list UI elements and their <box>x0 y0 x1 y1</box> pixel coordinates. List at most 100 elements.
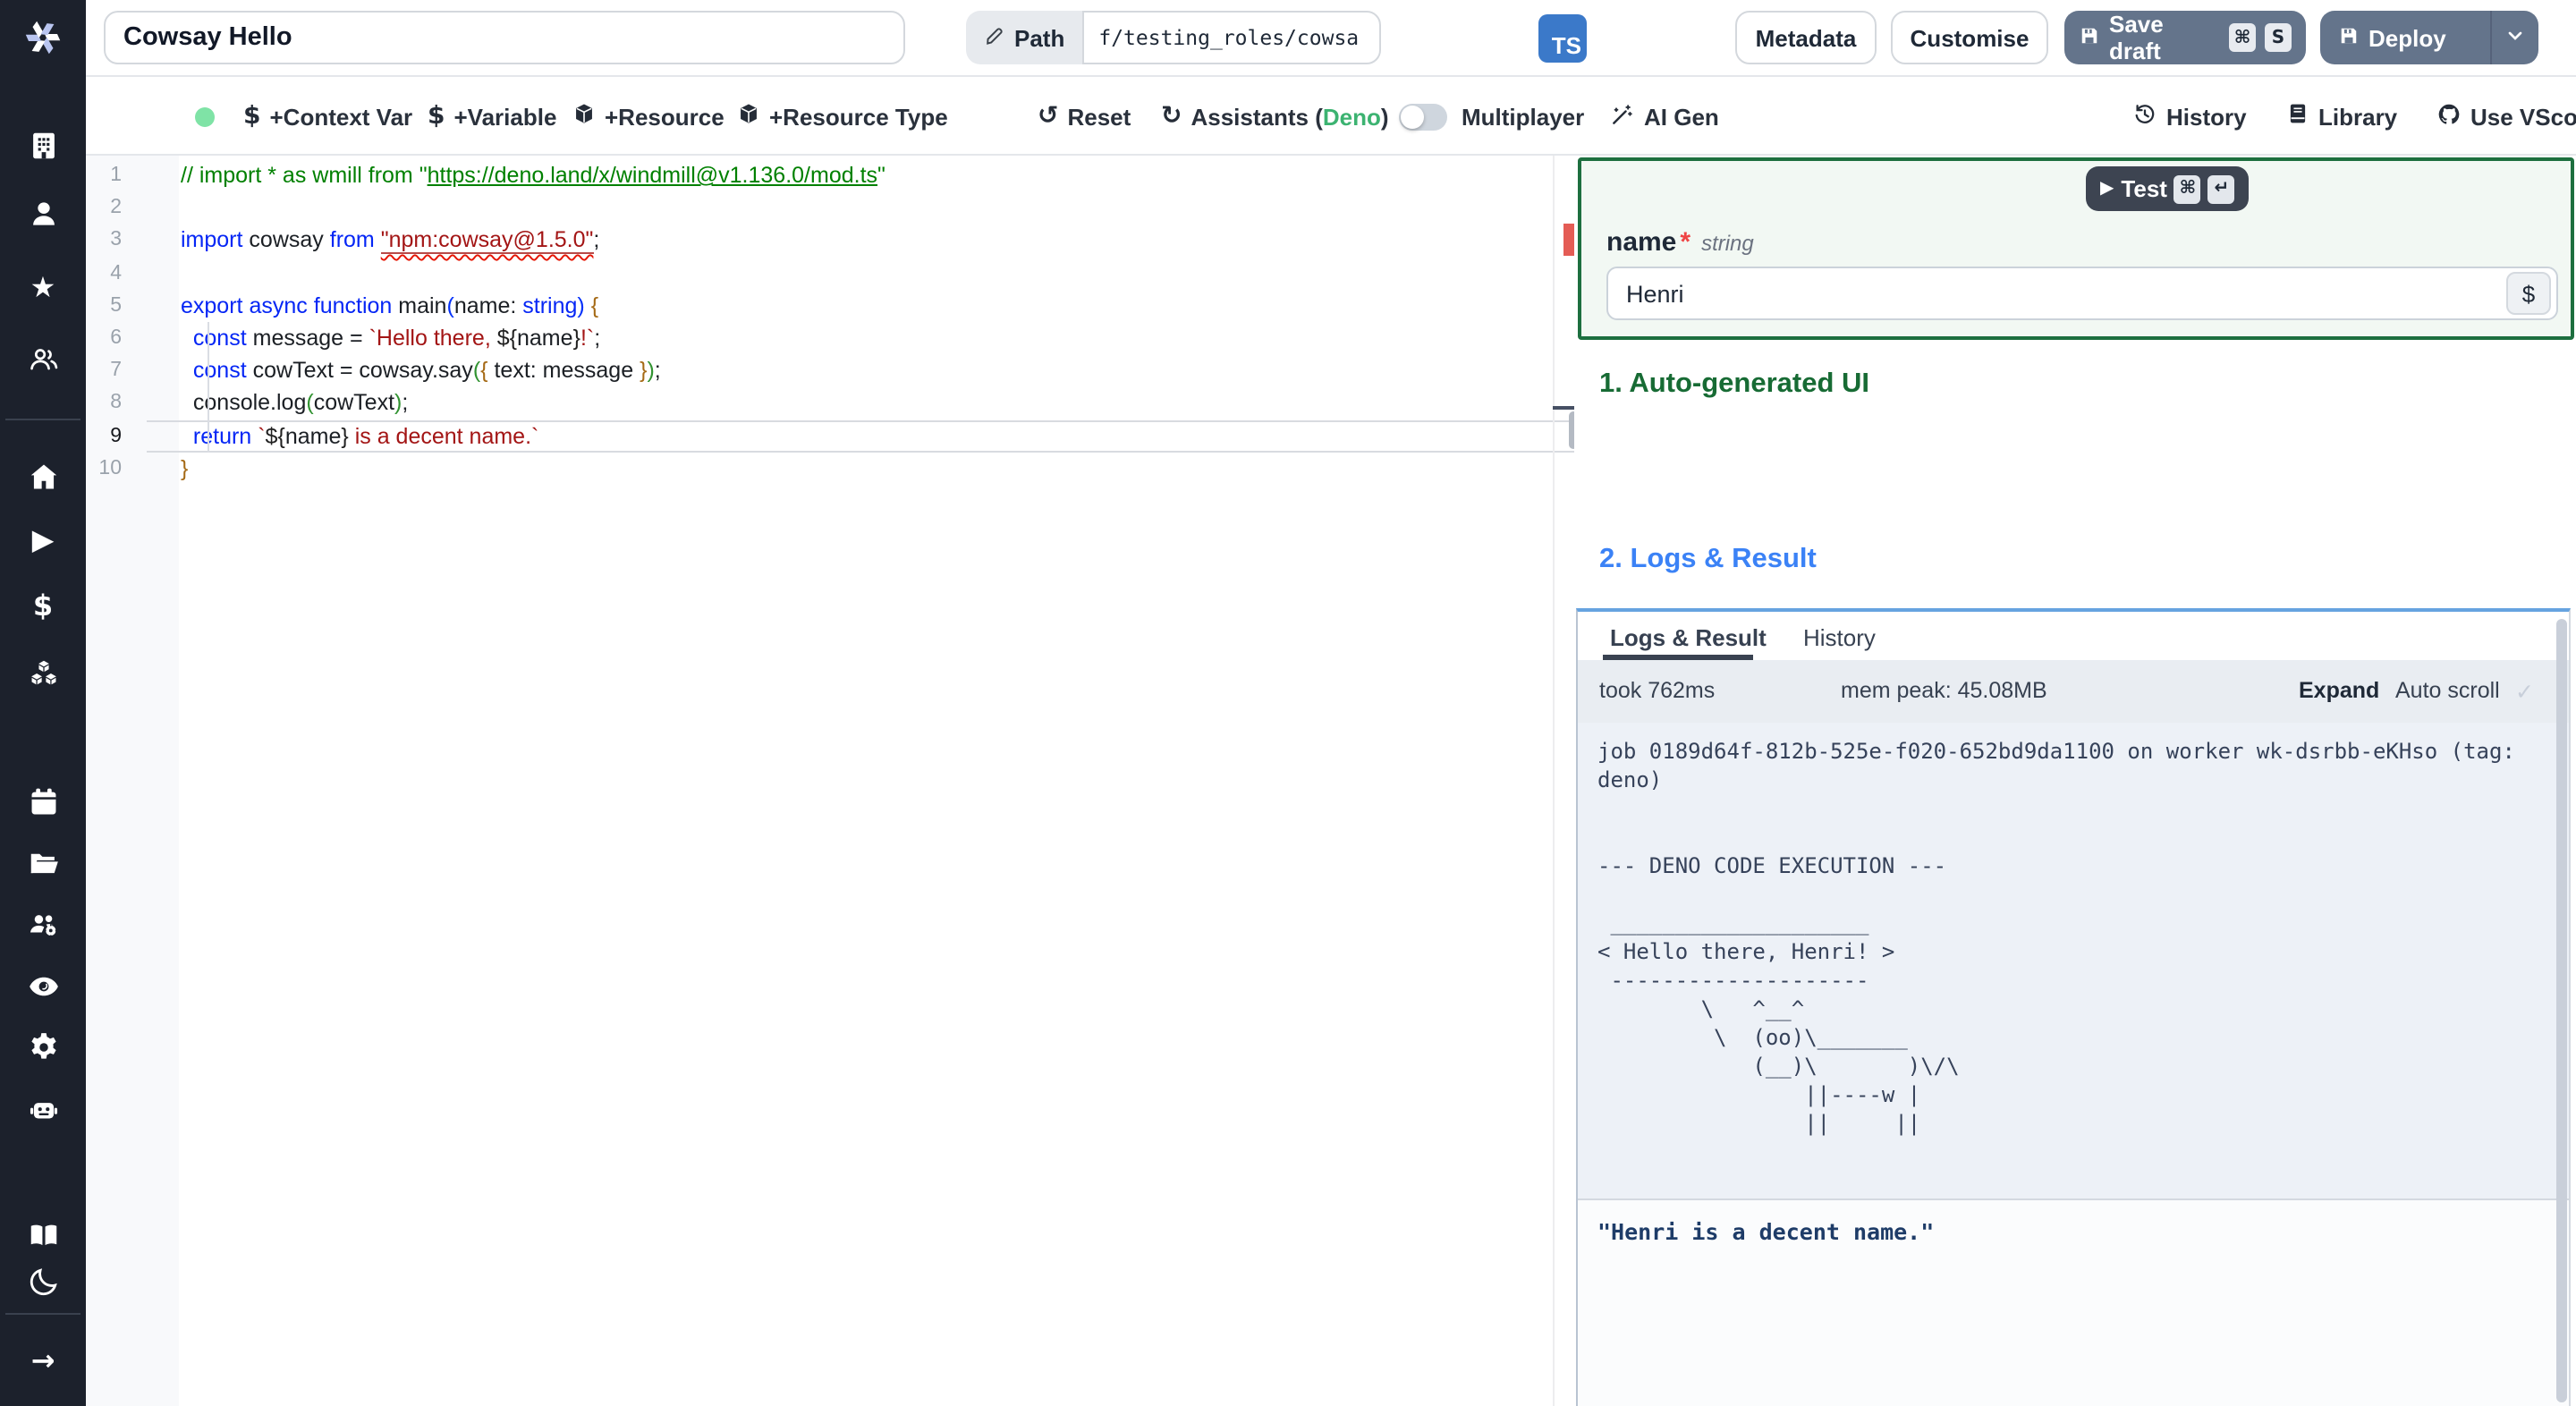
star-icon: ★ <box>30 270 56 304</box>
sidebar-item-user[interactable] <box>0 191 86 234</box>
add-resource-button[interactable]: +Resource <box>572 77 724 156</box>
use-vscode-label: Use VScode <box>2470 103 2576 130</box>
tab-logs-result[interactable]: Logs & Result <box>1610 624 1767 651</box>
sidebar-item-star[interactable]: ★ <box>0 267 86 309</box>
reset-label: Reset <box>1067 103 1131 130</box>
editor-toolbar: $ +Context Var $ +Variable +Resource +Re… <box>86 77 2576 156</box>
save-icon <box>2079 24 2100 51</box>
library-button[interactable]: Library <box>2286 77 2397 156</box>
sidebar-item-dollar[interactable]: $ <box>0 585 86 628</box>
add-context-var-button[interactable]: $ +Context Var <box>243 77 412 156</box>
save-draft-button[interactable]: Save draft ⌘ S <box>2064 11 2306 64</box>
deploy-button[interactable]: Deploy <box>2320 24 2490 51</box>
sidebar-item-calendar[interactable] <box>0 780 86 823</box>
reset-icon: ↺ <box>1038 102 1059 131</box>
path-button[interactable]: Path <box>966 11 1083 64</box>
logs-panel: Logs & Result History took 762ms mem pea… <box>1576 608 2571 1406</box>
sidebar-item-robot[interactable] <box>0 1088 86 1131</box>
arg-name-label: name <box>1606 227 1677 258</box>
multiplayer-toggle[interactable] <box>1399 104 1447 131</box>
book-icon <box>26 1217 60 1251</box>
sidebar-item-gear[interactable] <box>0 1025 86 1068</box>
command-key-chip: ⌘ <box>2174 174 2201 203</box>
github-octocat-icon <box>2436 101 2462 131</box>
user-icon <box>26 196 60 230</box>
code-line-7: 7 const cowText = cowsay.say({ text: mes… <box>86 354 1576 386</box>
line-number: 8 <box>110 392 122 414</box>
users-icon <box>26 341 60 375</box>
reset-button[interactable]: ↺ Reset <box>1038 77 1131 156</box>
expand-button[interactable]: Expand <box>2299 678 2379 703</box>
dollar-icon: $ <box>428 102 445 131</box>
logs-scrollbar[interactable] <box>2556 619 2567 1402</box>
sidebar-item-cubes[interactable] <box>0 651 86 694</box>
book-icon <box>2286 102 2309 131</box>
use-vscode-button[interactable]: Use VScode <box>2436 77 2576 156</box>
path-input[interactable] <box>1082 11 1382 64</box>
calendar-icon <box>26 784 60 818</box>
sidebar-item-user-group-gear[interactable] <box>0 902 86 944</box>
sidebar-item-arrow-right[interactable]: → <box>0 1340 86 1383</box>
arg-name-input[interactable] <box>1606 267 2558 320</box>
variable-picker-button[interactable]: $ <box>2506 272 2551 315</box>
cubes-icon <box>26 656 60 690</box>
sidebar-item-folder[interactable] <box>0 841 86 884</box>
sidebar-item-moon[interactable] <box>0 1259 86 1302</box>
code-editor[interactable]: 1// import * as wmill from "https://deno… <box>86 156 1576 1406</box>
sidebar-item-book[interactable] <box>0 1213 86 1256</box>
arg-type-label: string <box>1701 231 1754 256</box>
assistants-lang: Deno <box>1322 103 1381 130</box>
code-line-9: 9 return `${name} is a decent name.` <box>86 419 1576 452</box>
add-variable-button[interactable]: $ +Variable <box>428 77 556 156</box>
history-icon <box>2132 101 2157 131</box>
add-context-var-label: +Context Var <box>269 103 413 130</box>
code-line-1: 1// import * as wmill from "https://deno… <box>86 159 1576 191</box>
multiplayer-label: Multiplayer <box>1462 103 1585 130</box>
assistants-button[interactable]: ↻ Assistants (Deno) <box>1161 77 1389 156</box>
windmill-logo-icon[interactable] <box>21 16 64 59</box>
history-button[interactable]: History <box>2132 77 2247 156</box>
line-number: 7 <box>110 360 122 382</box>
run-stats-row: took 762ms mem peak: 45.08MB Expand Auto… <box>1578 660 2569 723</box>
log-output: job 0189d64f-812b-525e-f020-652bd9da1100… <box>1597 739 2515 1136</box>
chevron-down-icon <box>2504 24 2526 51</box>
tab-history[interactable]: History <box>1803 624 1876 651</box>
check-icon[interactable]: ✓ <box>2515 678 2534 705</box>
indent-guide <box>208 322 209 453</box>
required-asterisk: * <box>1680 227 1691 258</box>
line-number: 10 <box>98 457 122 479</box>
sidebar-item-home[interactable] <box>0 454 86 497</box>
overview-ruler <box>1553 156 1555 1406</box>
test-button[interactable]: ▶ Test ⌘ ↵ <box>2086 166 2250 211</box>
command-key-chip: ⌘ <box>2229 23 2256 52</box>
add-resource-type-button[interactable]: +Resource Type <box>737 77 948 156</box>
line-number: 1 <box>110 165 122 186</box>
deploy-dropdown-button[interactable] <box>2492 24 2538 51</box>
ai-gen-button[interactable]: AI Gen <box>1610 77 1719 156</box>
customise-button[interactable]: Customise <box>1891 11 2048 64</box>
auto-scroll-toggle[interactable]: Auto scroll <box>2395 678 2500 703</box>
line-number: 4 <box>110 262 122 284</box>
history-label: History <box>2166 103 2247 130</box>
save-draft-label: Save draft <box>2109 11 2164 64</box>
ai-gen-label: AI Gen <box>1644 103 1719 130</box>
language-badge-ts[interactable]: TS <box>1538 14 1587 63</box>
sidebar-item-eye[interactable] <box>0 964 86 1007</box>
sidebar-item-users[interactable] <box>0 336 86 379</box>
assistants-label: Assistants (Deno) <box>1191 103 1389 130</box>
cursor-marker <box>1553 406 1576 410</box>
building-icon <box>26 128 60 162</box>
pencil-icon <box>984 24 1005 51</box>
sidebar-item-play[interactable]: ▶ <box>0 519 86 562</box>
line-number: 9 <box>110 425 122 446</box>
metadata-button[interactable]: Metadata <box>1735 11 1877 64</box>
path-group: Path <box>966 11 1382 64</box>
test-label: Test <box>2121 175 2167 202</box>
add-resource-type-label: +Resource Type <box>769 103 948 130</box>
script-title-input[interactable] <box>104 11 905 64</box>
folder-icon <box>26 845 60 879</box>
sidebar-item-building[interactable] <box>0 123 86 166</box>
line-number: 2 <box>110 197 122 219</box>
deploy-split-button: Deploy <box>2320 11 2538 64</box>
library-label: Library <box>2318 103 2398 130</box>
